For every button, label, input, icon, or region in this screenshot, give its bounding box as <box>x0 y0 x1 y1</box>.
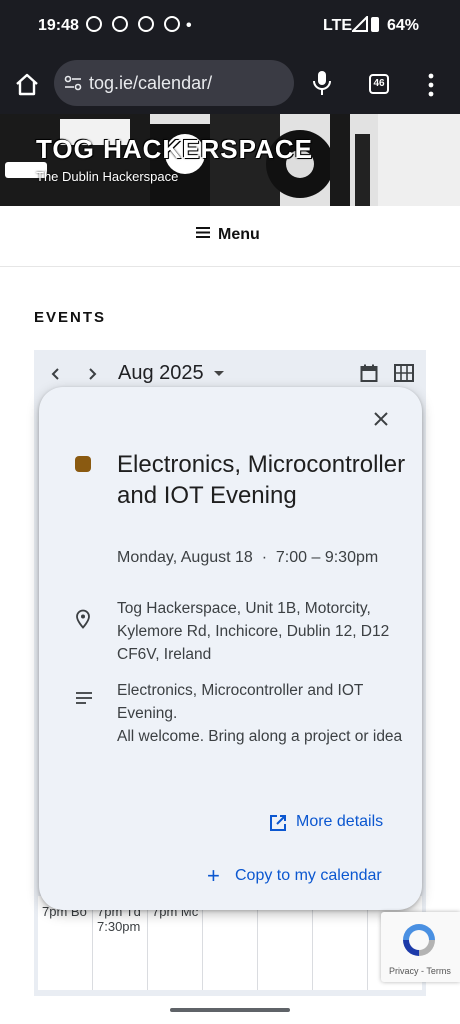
notification-icon <box>164 16 180 32</box>
recaptcha-terms[interactable]: Privacy - Terms <box>389 966 451 976</box>
calendar-week-row: 7pm Bo 7pm Td 7:30pm 7pm Mc <box>38 896 422 990</box>
chevron-left-icon[interactable] <box>46 364 66 384</box>
calendar-day-cell[interactable]: 7pm Td 7:30pm <box>93 896 148 990</box>
calendar-month-label[interactable]: Aug 2025 <box>118 362 204 385</box>
more-details-label: More details <box>296 813 384 830</box>
event-color-swatch <box>75 456 91 472</box>
event-title: Electronics, Microcontroller and IOT Eve… <box>117 451 406 509</box>
event-date-time: Monday, August 18 · 7:00 – 9:30pm <box>117 549 379 566</box>
copy-to-calendar-label: Copy to my calendar <box>235 867 382 884</box>
site-header-banner: TOG HACKERSPACE The Dublin Hackerspace <box>0 114 460 206</box>
notification-icon <box>86 16 102 32</box>
plus-icon: + <box>207 863 220 888</box>
recaptcha-logo-icon <box>403 924 435 956</box>
gesture-navigation-bar[interactable] <box>170 1008 290 1012</box>
site-settings-icon[interactable] <box>64 74 82 92</box>
open-external-icon <box>270 815 286 831</box>
more-options-icon[interactable] <box>426 72 436 98</box>
hamburger-icon <box>196 227 210 238</box>
recaptcha-badge[interactable]: Privacy - Terms <box>381 912 460 982</box>
description-icon <box>76 692 92 704</box>
menu-label: Menu <box>218 226 260 243</box>
browser-toolbar: tog.ie/calendar/ 46 <box>0 52 460 114</box>
event-details-popup: Electronics, Microcontroller and IOT Eve… <box>39 387 422 910</box>
page-title: EVENTS <box>34 309 107 326</box>
notification-icon <box>138 16 154 32</box>
signal-icon <box>352 16 368 32</box>
battery-percent: 64% <box>387 17 420 34</box>
home-icon[interactable] <box>14 72 40 96</box>
navigation-bar: Menu <box>0 206 460 267</box>
battery-icon <box>371 17 379 32</box>
event-location: Tog Hackerspace, Unit 1B, Motorcity, Kyl… <box>117 600 390 663</box>
calendar-day-cell[interactable] <box>258 896 313 990</box>
chevron-down-icon[interactable] <box>214 371 224 376</box>
event-description: Electronics, Microcontroller and IOT Eve… <box>117 682 403 745</box>
notification-icons <box>86 16 180 32</box>
location-pin-icon <box>76 609 90 629</box>
site-tagline: The Dublin Hackerspace <box>36 169 179 184</box>
tab-switcher-button[interactable]: 46 <box>369 74 389 94</box>
url-text[interactable]: tog.ie/calendar/ <box>89 73 212 94</box>
microphone-icon[interactable] <box>312 70 332 96</box>
clock: 19:48 <box>38 17 79 34</box>
chevron-right-icon[interactable] <box>82 364 102 384</box>
calendar-icon[interactable] <box>360 364 378 382</box>
address-bar[interactable]: tog.ie/calendar/ <box>54 60 294 106</box>
month-view-icon[interactable] <box>394 364 414 382</box>
calendar-day-cell[interactable] <box>313 896 368 990</box>
calendar-day-cell[interactable] <box>203 896 258 990</box>
status-bar: 19:48 • LTE 64% <box>0 0 460 52</box>
calendar-day-cell[interactable]: 7pm Bo <box>38 896 93 990</box>
calendar-day-cell[interactable]: 7pm Mc <box>148 896 203 990</box>
notification-icon <box>112 16 128 32</box>
menu-button[interactable]: Menu <box>196 226 260 244</box>
more-notifications-dot: • <box>186 17 192 34</box>
close-icon[interactable] <box>373 411 389 427</box>
site-title[interactable]: TOG HACKERSPACE <box>36 134 313 165</box>
network-type: LTE <box>323 17 353 34</box>
